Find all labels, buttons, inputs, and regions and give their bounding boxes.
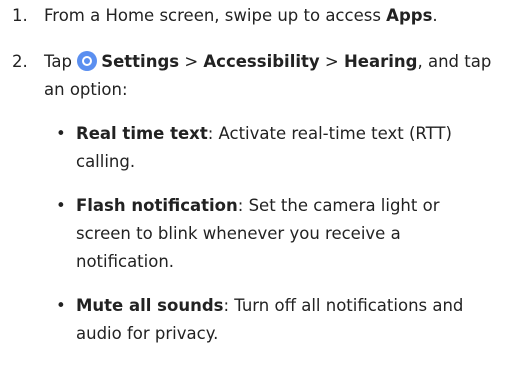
step-line-1: Tap Settings > Accessibility > Hearing, … bbox=[44, 48, 514, 76]
bullet-desc-line-1: : Turn off all notifications and bbox=[223, 296, 464, 315]
step-text-prefix: From a Home screen, swipe up to access bbox=[44, 6, 387, 25]
hearing-label: Hearing bbox=[343, 52, 418, 71]
bullet-desc-line-1: : Activate real-time text (RTT) bbox=[207, 124, 452, 143]
bullet-text: Flash notification: Set the camera light… bbox=[76, 192, 510, 276]
settings-gear-icon bbox=[77, 51, 98, 71]
step-text-suffix: . bbox=[432, 6, 438, 25]
bullet-desc-line-2: calling. bbox=[76, 152, 136, 171]
step-number: 2. bbox=[12, 52, 28, 71]
bullet-label: Real time text bbox=[76, 124, 208, 143]
bullet-text: Mute all sounds: Turn off all notificati… bbox=[76, 292, 510, 348]
bullet-desc-line-3: notification. bbox=[76, 252, 175, 271]
apps-label: Apps bbox=[386, 6, 433, 25]
step-text: From a Home screen, swipe up to access A… bbox=[44, 2, 514, 30]
bullet-desc-line-2: screen to blink whenever you receive a bbox=[76, 224, 401, 243]
bullet-text: Real time text: Activate real-time text … bbox=[76, 120, 510, 176]
bullet-desc-line-1: : Set the camera light or bbox=[237, 196, 440, 215]
separator: > bbox=[179, 52, 204, 71]
accessibility-label: Accessibility bbox=[203, 52, 320, 71]
separator: > bbox=[319, 52, 344, 71]
step-line-2: an option: bbox=[44, 80, 128, 99]
instructions-document: 1. From a Home screen, swipe up to acces… bbox=[0, 0, 522, 366]
step-text-tail: , and tap bbox=[417, 52, 492, 71]
bullet-dot: • bbox=[56, 196, 66, 215]
step-text-prefix: Tap bbox=[44, 52, 78, 71]
bullet-label: Flash notification bbox=[76, 196, 238, 215]
bullet-label: Mute all sounds bbox=[76, 296, 224, 315]
step-text: Tap Settings > Accessibility > Hearing, … bbox=[44, 48, 514, 104]
bullet-dot: • bbox=[56, 296, 66, 315]
bullet-desc-line-2: audio for privacy. bbox=[76, 324, 219, 343]
settings-label: Settings bbox=[101, 52, 180, 71]
bullet-dot: • bbox=[56, 124, 66, 143]
step-number: 1. bbox=[12, 6, 28, 25]
